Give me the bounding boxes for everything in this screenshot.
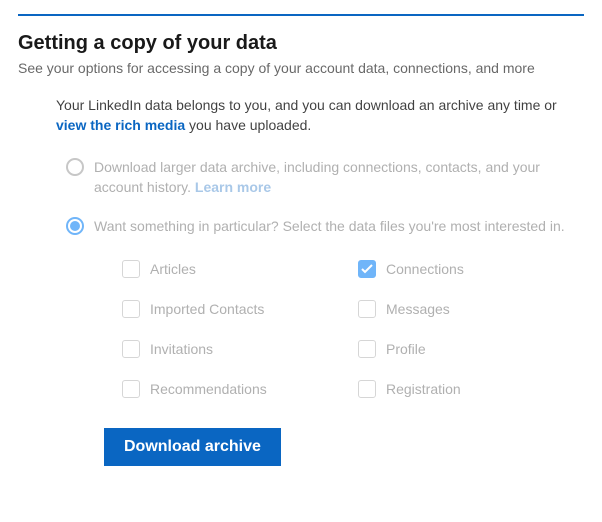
option-partial-text: Want something in particular? Select the… bbox=[94, 216, 565, 236]
checkbox-label: Messages bbox=[386, 301, 450, 317]
view-rich-media-link[interactable]: view the rich media bbox=[56, 117, 185, 133]
intro-paragraph: Your LinkedIn data belongs to you, and y… bbox=[56, 95, 584, 136]
intro-suffix: you have uploaded. bbox=[185, 117, 311, 133]
checkbox-profile[interactable]: Profile bbox=[358, 340, 584, 358]
checkbox-icon bbox=[122, 300, 140, 318]
checkbox-icon bbox=[358, 260, 376, 278]
checkbox-registration[interactable]: Registration bbox=[358, 380, 584, 398]
checkbox-invitations[interactable]: Invitations bbox=[122, 340, 348, 358]
checkbox-connections[interactable]: Connections bbox=[358, 260, 584, 278]
checkbox-label: Profile bbox=[386, 341, 426, 357]
radio-icon bbox=[66, 217, 84, 235]
checkbox-recommendations[interactable]: Recommendations bbox=[122, 380, 348, 398]
page-title: Getting a copy of your data bbox=[18, 32, 584, 55]
option-full-text: Download larger data archive, including … bbox=[94, 157, 584, 198]
checkbox-icon bbox=[122, 380, 140, 398]
checkbox-label: Recommendations bbox=[150, 381, 267, 397]
checkbox-articles[interactable]: Articles bbox=[122, 260, 348, 278]
page-subtitle: See your options for accessing a copy of… bbox=[18, 59, 584, 79]
checkbox-label: Articles bbox=[150, 261, 196, 277]
checkbox-label: Invitations bbox=[150, 341, 213, 357]
option-full-archive[interactable]: Download larger data archive, including … bbox=[66, 157, 584, 198]
checkbox-icon bbox=[358, 340, 376, 358]
checkbox-imported-contacts[interactable]: Imported Contacts bbox=[122, 300, 348, 318]
checkbox-label: Registration bbox=[386, 381, 461, 397]
download-archive-button[interactable]: Download archive bbox=[104, 428, 281, 466]
learn-more-link[interactable]: Learn more bbox=[195, 179, 271, 195]
radio-icon bbox=[66, 158, 84, 176]
option-select-files[interactable]: Want something in particular? Select the… bbox=[66, 216, 584, 236]
checkbox-icon bbox=[122, 260, 140, 278]
file-checkbox-grid: Articles Connections Imported Contacts M… bbox=[56, 254, 584, 398]
checkbox-icon bbox=[122, 340, 140, 358]
checkbox-messages[interactable]: Messages bbox=[358, 300, 584, 318]
checkbox-icon bbox=[358, 300, 376, 318]
option-full-label: Download larger data archive, including … bbox=[94, 159, 540, 195]
checkbox-label: Imported Contacts bbox=[150, 301, 264, 317]
checkbox-label: Connections bbox=[386, 261, 464, 277]
intro-prefix: Your LinkedIn data belongs to you, and y… bbox=[56, 97, 557, 113]
checkbox-icon bbox=[358, 380, 376, 398]
